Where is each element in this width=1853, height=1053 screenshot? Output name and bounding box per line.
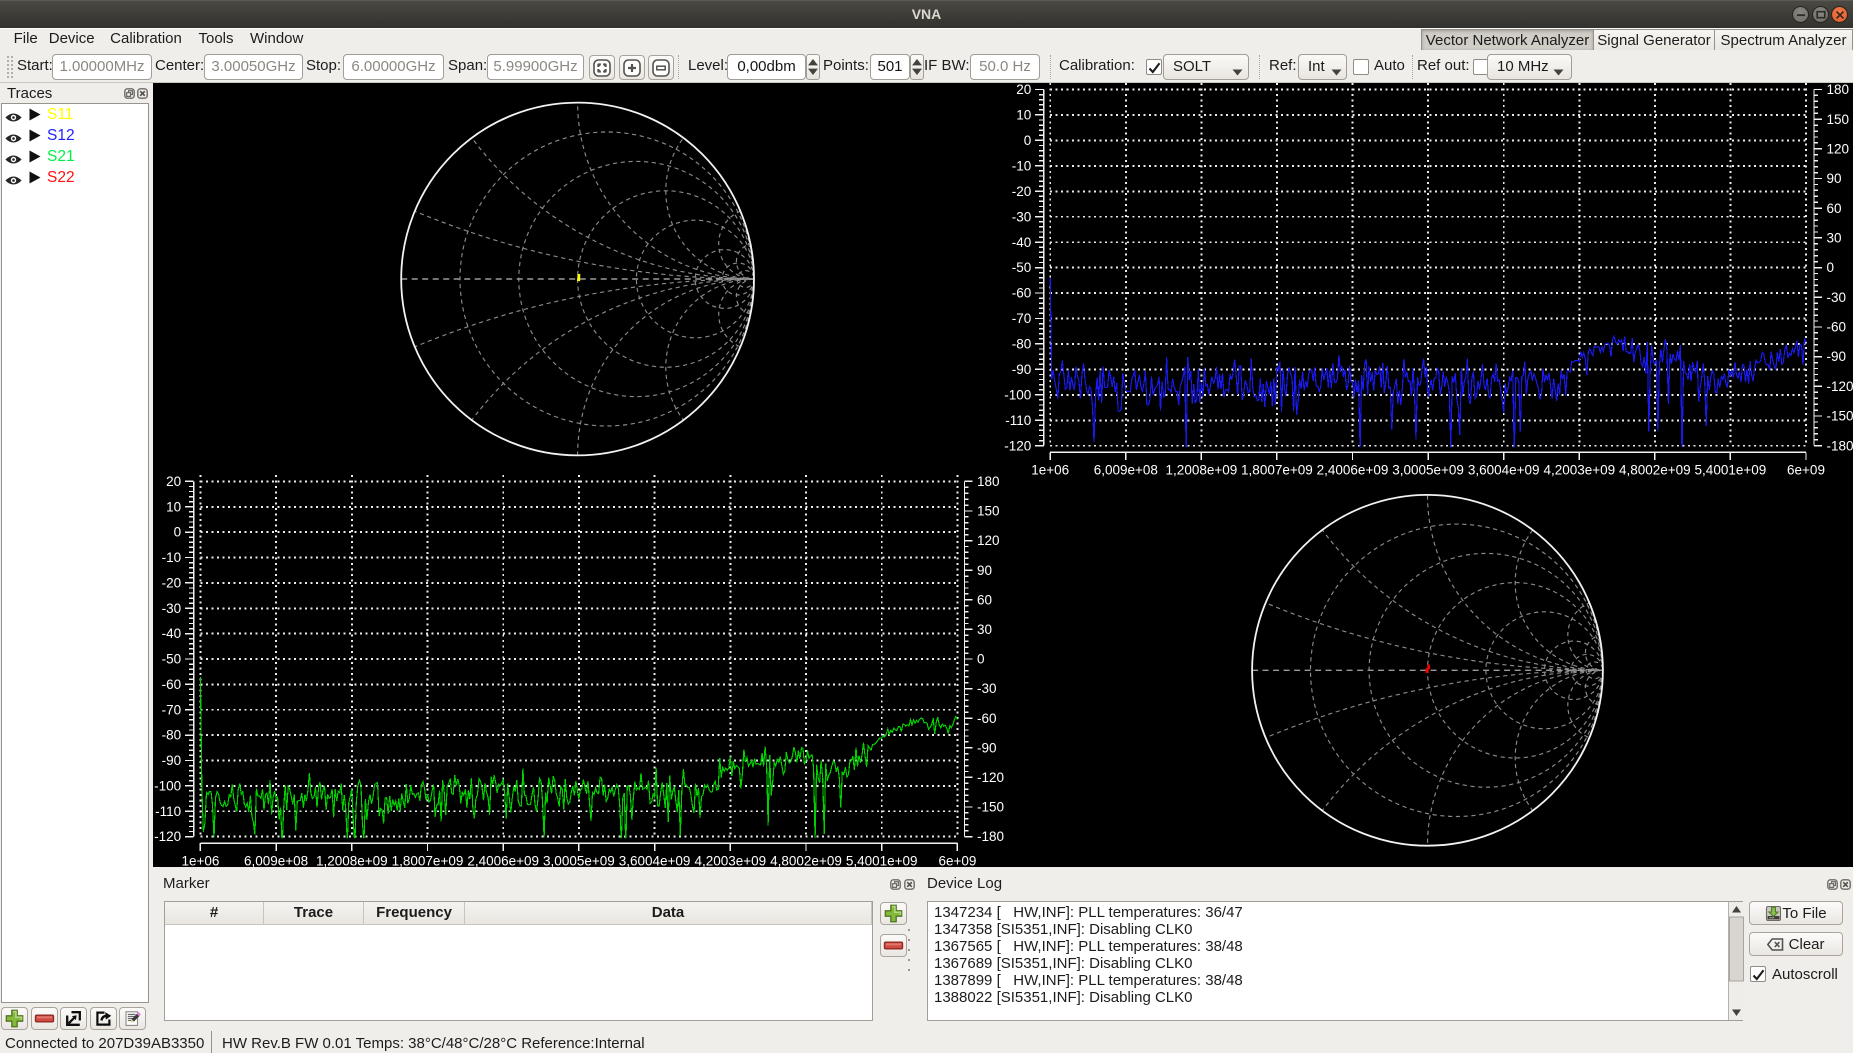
svg-text:-30: -30 [1012,209,1032,224]
svg-text:-180: -180 [1827,438,1853,453]
svg-text:1,2008e+09: 1,2008e+09 [1166,463,1238,478]
svg-text:180: 180 [977,474,1000,489]
svg-text:3,0005e+09: 3,0005e+09 [543,854,615,867]
svg-text:4,2003e+09: 4,2003e+09 [694,854,766,867]
svg-text:4,8002e+09: 4,8002e+09 [1619,463,1691,478]
svg-text:-10: -10 [162,550,182,565]
svg-text:3,6004e+09: 3,6004e+09 [619,854,691,867]
svg-text:10: 10 [166,499,181,514]
svg-text:-90: -90 [1012,362,1032,377]
svg-text:6e+09: 6e+09 [1787,463,1825,478]
svg-text:120: 120 [1827,142,1850,157]
svg-text:-70: -70 [1012,311,1032,326]
svg-text:2,4006e+09: 2,4006e+09 [1317,463,1389,478]
svg-text:-90: -90 [977,740,997,755]
svg-text:-20: -20 [1012,184,1032,199]
svg-text:-30: -30 [1827,290,1847,305]
svg-text:-150: -150 [977,800,1004,815]
svg-text:-120: -120 [1827,379,1853,394]
svg-text:-40: -40 [162,626,182,641]
svg-text:90: 90 [977,563,992,578]
svg-text:-150: -150 [1827,409,1853,424]
svg-text:-60: -60 [1012,286,1032,301]
svg-text:30: 30 [977,622,992,637]
svg-text:4,8002e+09: 4,8002e+09 [770,854,842,867]
svg-text:1,8007e+09: 1,8007e+09 [1241,463,1313,478]
svg-text:150: 150 [1827,112,1850,127]
svg-text:90: 90 [1827,171,1842,186]
svg-text:-100: -100 [1004,387,1031,402]
svg-text:-70: -70 [162,702,182,717]
svg-text:150: 150 [977,504,1000,519]
svg-text:-100: -100 [154,779,181,794]
svg-text:1e+06: 1e+06 [1031,463,1069,478]
svg-text:3,0005e+09: 3,0005e+09 [1392,463,1464,478]
svg-text:-90: -90 [162,753,182,768]
svg-text:120: 120 [977,533,1000,548]
svg-text:30: 30 [1827,231,1842,246]
svg-text:-60: -60 [162,677,182,692]
svg-text:2,4006e+09: 2,4006e+09 [467,854,539,867]
svg-text:-50: -50 [1012,260,1032,275]
svg-text:-60: -60 [977,711,997,726]
svg-text:-110: -110 [155,804,181,819]
svg-text:-110: -110 [1005,413,1031,428]
svg-text:-30: -30 [977,681,997,696]
svg-text:6e+09: 6e+09 [938,854,976,867]
svg-text:-120: -120 [977,770,1004,785]
svg-text:-80: -80 [1012,337,1032,352]
svg-text:180: 180 [1827,83,1850,97]
svg-text:5,4001e+09: 5,4001e+09 [846,854,918,867]
svg-text:4,2003e+09: 4,2003e+09 [1543,463,1615,478]
svg-text:-180: -180 [977,829,1004,844]
svg-text:6,009e+08: 6,009e+08 [1094,463,1158,478]
svg-text:60: 60 [977,592,992,607]
svg-text:-40: -40 [1012,235,1032,250]
svg-text:10: 10 [1016,108,1031,123]
svg-text:-120: -120 [154,829,181,844]
svg-text:-50: -50 [162,652,182,667]
svg-text:-90: -90 [1827,349,1847,364]
svg-text:0: 0 [1827,260,1835,275]
svg-text:-10: -10 [1012,158,1032,173]
svg-text:-120: -120 [1004,438,1031,453]
svg-text:-80: -80 [162,728,182,743]
svg-text:-20: -20 [162,576,182,591]
svg-text:3,6004e+09: 3,6004e+09 [1468,463,1540,478]
svg-text:0: 0 [1024,133,1032,148]
svg-text:6,009e+08: 6,009e+08 [244,854,308,867]
svg-text:-30: -30 [162,601,182,616]
svg-text:1,2008e+09: 1,2008e+09 [316,854,388,867]
svg-text:0: 0 [977,652,985,667]
svg-text:20: 20 [166,474,181,489]
svg-text:-60: -60 [1827,320,1847,335]
svg-text:20: 20 [1016,83,1031,97]
svg-text:5,4001e+09: 5,4001e+09 [1695,463,1767,478]
svg-text:1e+06: 1e+06 [181,854,219,867]
svg-text:1,8007e+09: 1,8007e+09 [392,854,464,867]
svg-text:0: 0 [174,525,182,540]
svg-text:60: 60 [1827,201,1842,216]
